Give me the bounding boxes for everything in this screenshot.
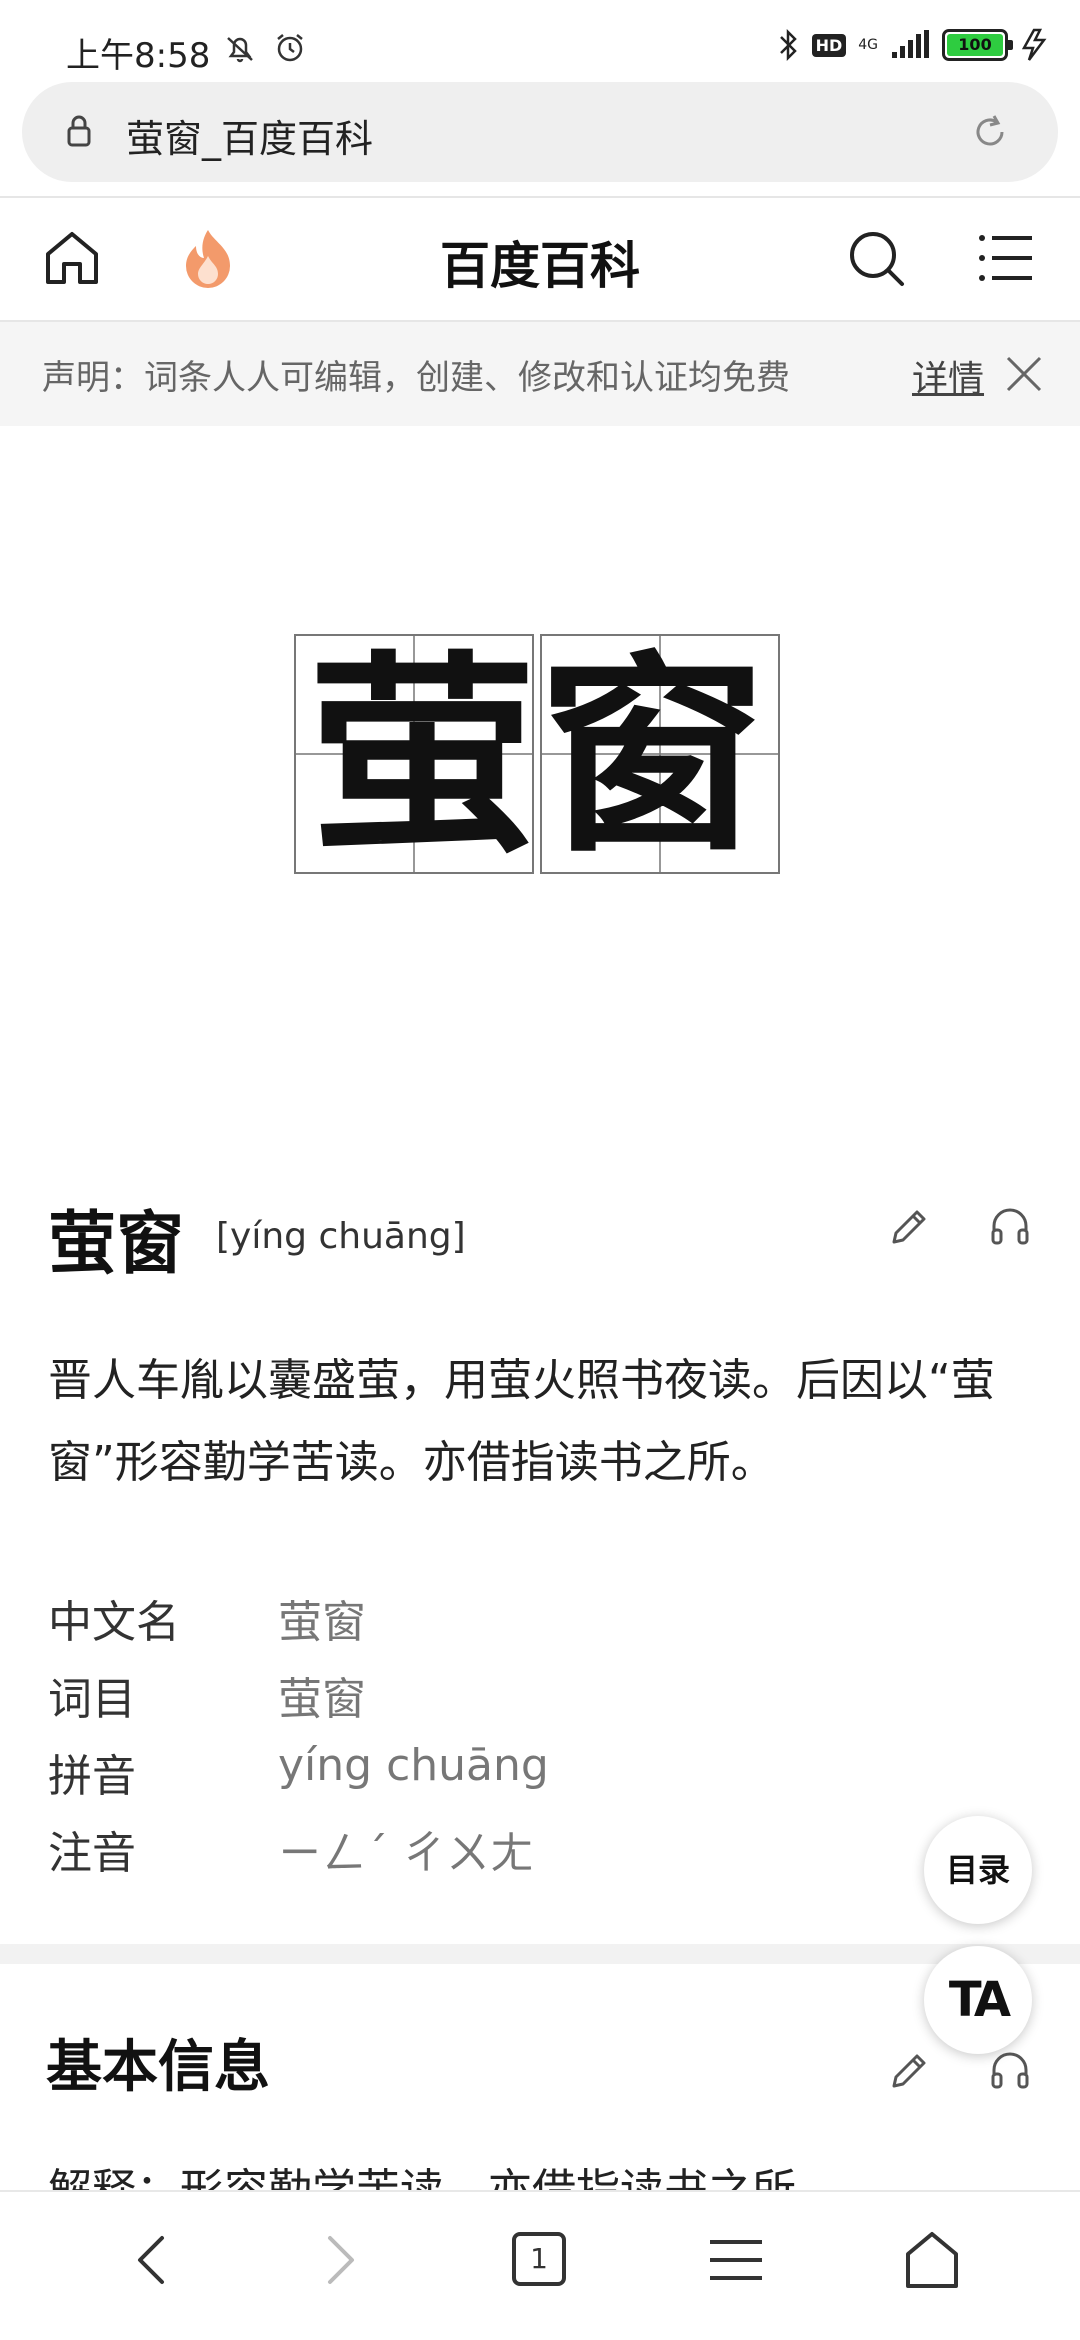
battery-icon: 100 [942,29,1013,61]
status-time: 上午8:58 [66,36,211,76]
pencil-edit-icon[interactable] [888,2050,930,2092]
entry-title: 萤窗 [48,1205,185,1284]
forward-icon[interactable] [322,2234,362,2286]
reload-icon[interactable] [970,112,1010,152]
image-character: 萤窗 [307,634,767,874]
network-type: 4G [858,37,878,53]
charging-icon [1021,28,1047,61]
list-menu-icon[interactable] [978,232,1034,284]
notice-detail-link[interactable]: 详情 [912,350,984,402]
signal-icon [892,30,929,58]
back-icon[interactable] [130,2234,170,2286]
home-icon[interactable] [904,2230,960,2290]
info-key: 中文名 [48,1597,180,1648]
entry-image[interactable]: 萤窗 [294,634,780,874]
info-key: 注音 [48,1828,136,1879]
info-key: 拼音 [48,1751,136,1802]
pencil-edit-icon[interactable] [888,1206,930,1248]
search-icon[interactable] [846,228,906,288]
battery-level: 100 [947,34,1003,56]
url-bar[interactable]: 萤窗_百度百科 [22,82,1058,182]
site-header: 百度百科 [0,198,1080,320]
url-text[interactable]: 萤窗_百度百科 [126,108,373,163]
info-key: 词目 [48,1674,136,1725]
notice-banner: 声明：词条人人可编辑，创建、修改和认证均免费 详情 [0,322,1080,426]
toc-button[interactable]: 目录 [924,1816,1032,1924]
headphones-icon[interactable] [988,2048,1032,2092]
hd-badge: HD [811,33,847,57]
notice-text: 声明：词条人人可编辑，创建、修改和认证均免费 [42,358,790,398]
info-value: ㄧㄥˊ ㄔㄨㄤ [278,1828,534,1879]
section-title: 基本信息 [46,2035,270,2100]
info-value: 萤窗 [278,1674,366,1725]
menu-icon[interactable] [708,2238,764,2282]
info-value: yíng chuāng [278,1740,549,1791]
alarm-icon [277,34,303,62]
info-value: 萤窗 [278,1597,366,1648]
section-divider [0,1944,1080,1964]
status-bar: 上午8:58 HD 4G 100 [0,0,1080,80]
close-icon[interactable] [1004,354,1044,394]
mute-icon [227,37,253,63]
lock-icon [67,115,91,147]
headphones-icon[interactable] [988,1204,1032,1248]
status-left-icons [222,30,308,66]
entry-summary: 晋人车胤以囊盛萤，用萤火照书夜读。后因以“萤窗”形容勤学苦读。亦借指读书之所。 [48,1355,995,1488]
ta-button[interactable]: TA [924,1946,1032,2054]
bluetooth-icon [779,28,797,62]
entry-pinyin: [yíng chuāng] [216,1216,466,1257]
status-right-icons: HD 4G 100 [776,28,1050,62]
bottom-nav: 1 [0,2190,1080,2340]
tabs-button[interactable]: 1 [512,2232,566,2286]
site-title: 百度百科 [440,237,640,295]
